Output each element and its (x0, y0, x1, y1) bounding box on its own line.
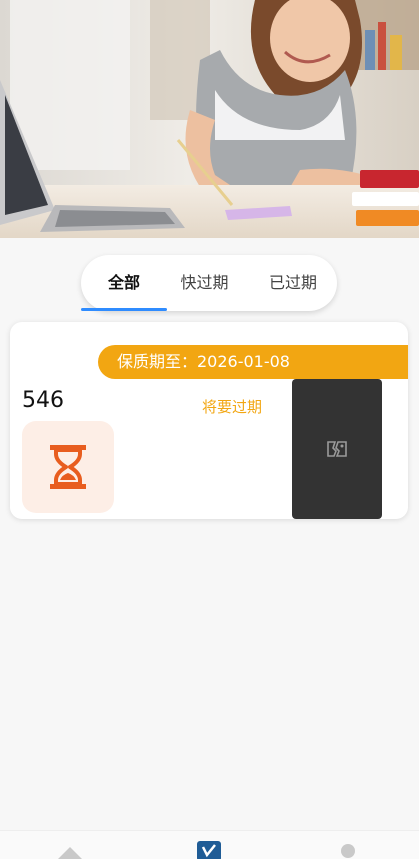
expiry-date-banner: 保质期至：2026-01-08 (98, 345, 408, 379)
nav-home[interactable] (40, 831, 100, 859)
tab-all-label: 全部 (108, 273, 141, 292)
broken-image-icon (327, 441, 347, 457)
item-card[interactable]: 保质期至：2026-01-08 546 将要过期 (10, 322, 408, 519)
list-icon (197, 841, 221, 859)
tab-expiring-soon-label: 快过期 (180, 273, 229, 292)
filter-tabs: 全部 快过期 已过期 (81, 255, 337, 311)
item-thumbnail[interactable] (292, 379, 382, 519)
hero-photo (0, 0, 419, 238)
profile-icon (341, 844, 355, 858)
status-label: 将要过期 (202, 398, 263, 416)
home-icon (58, 847, 82, 859)
bottom-nav (0, 830, 419, 859)
tab-expiring-soon[interactable]: 快过期 (180, 255, 228, 311)
tab-all[interactable]: 全部 (81, 255, 167, 311)
tab-expired-label: 已过期 (268, 273, 317, 292)
tab-expired[interactable]: 已过期 (269, 255, 317, 311)
nav-list[interactable] (179, 831, 239, 859)
nav-profile[interactable] (318, 831, 378, 859)
active-tab-indicator (81, 308, 167, 311)
hourglass-icon (22, 421, 114, 513)
hero-image (0, 0, 419, 238)
item-count: 546 (22, 388, 64, 413)
